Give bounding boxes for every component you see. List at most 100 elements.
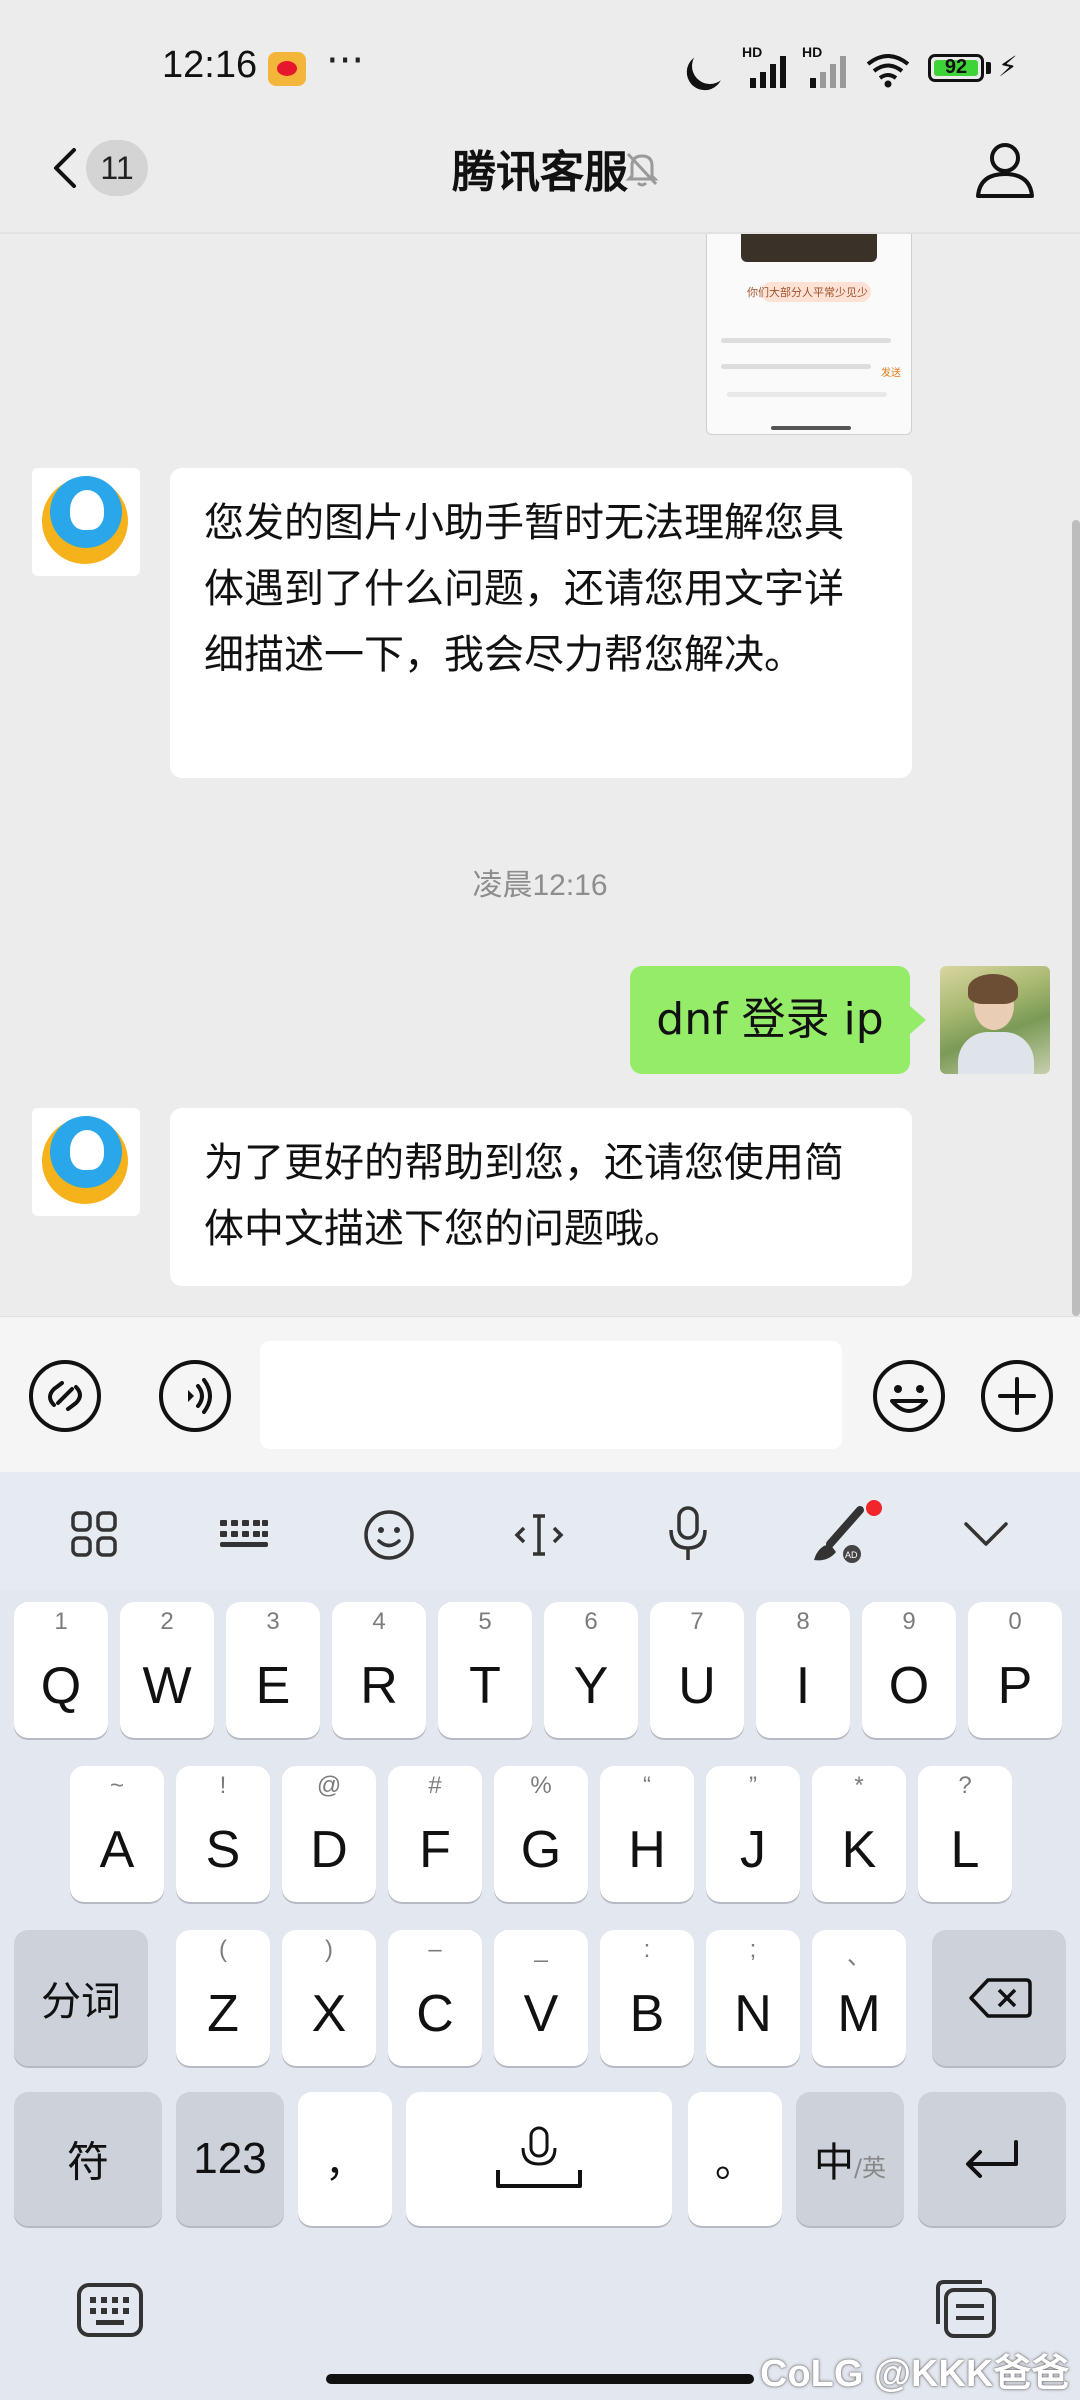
collapse-keyboard-icon[interactable] — [962, 1518, 1010, 1550]
chat-scrollbar[interactable] — [1072, 520, 1080, 1316]
message-input[interactable] — [260, 1341, 842, 1449]
key-m-label: M — [837, 1985, 881, 2043]
key-w-secondary: 2 — [160, 1608, 174, 1635]
key-u-label: U — [678, 1657, 716, 1715]
cursor-move-icon[interactable] — [512, 1508, 566, 1562]
user-message-bubble[interactable]: dnf 登录 ip — [630, 966, 910, 1074]
enter-icon — [966, 2140, 1018, 2178]
key-q-secondary: 1 — [54, 1608, 68, 1635]
key-x-secondary: ) — [325, 1936, 333, 1963]
key-i[interactable]: 8I — [756, 1602, 850, 1738]
emoji-icon[interactable] — [872, 1359, 946, 1433]
bot-message-bubble[interactable]: 您发的图片小助手暂时无法理解您具体遇到了什么问题，还请您用文字详细描述一下，我会… — [170, 468, 912, 778]
chat-area[interactable]: 你们大部分人平常少见少 发送 您发的图片小助手暂时无法理解您具体遇到了什么问题，… — [0, 234, 1080, 1316]
emoji-face-icon[interactable] — [362, 1508, 416, 1562]
key-symbols[interactable]: 符 — [14, 2092, 162, 2226]
key-n[interactable]: ; N — [706, 1930, 800, 2066]
key-f[interactable]: # F — [388, 1766, 482, 1902]
wifi-icon — [866, 54, 910, 88]
lang-alt-label: /英 — [853, 2154, 887, 2182]
apps-grid-icon[interactable] — [70, 1510, 118, 1558]
key-c[interactable]: – C — [388, 1930, 482, 2066]
key-j-secondary: ” — [749, 1772, 757, 1799]
mini-program-link-icon[interactable] — [28, 1359, 102, 1433]
service-avatar-2[interactable] — [32, 1108, 140, 1216]
image-message-thumbnail[interactable]: 你们大部分人平常少见少 发送 — [706, 234, 912, 435]
key-w-label: W — [142, 1657, 192, 1715]
key-q-label: Q — [40, 1657, 82, 1715]
key-period[interactable]: 。 — [688, 2092, 782, 2226]
backspace-icon — [969, 1978, 1032, 2018]
key-j[interactable]: ” J — [706, 1766, 800, 1902]
key-r[interactable]: 4R — [332, 1602, 426, 1738]
profile-icon[interactable] — [974, 140, 1036, 200]
key-h[interactable]: “H — [600, 1766, 694, 1902]
key-k[interactable]: * K — [812, 1766, 906, 1902]
key-o-secondary: 9 — [902, 1608, 916, 1635]
keyboard-switch-icon[interactable] — [76, 2282, 144, 2338]
key-space[interactable] — [406, 2092, 672, 2226]
key-y[interactable]: 6Y — [544, 1602, 638, 1738]
key-a[interactable]: ~ A — [70, 1766, 164, 1902]
key-comma[interactable]: ， — [298, 2092, 392, 2226]
service-avatar[interactable] — [32, 468, 140, 576]
user-avatar[interactable] — [940, 966, 1050, 1074]
key-k-label: K — [841, 1821, 877, 1879]
key-enter[interactable] — [918, 2092, 1066, 2226]
voice-input-icon[interactable] — [158, 1359, 232, 1433]
key-a-secondary: ~ — [109, 1772, 124, 1799]
key-z-secondary: ( — [219, 1936, 227, 1963]
key-symbols-label: 符 — [66, 2137, 109, 2187]
input-bar — [0, 1316, 1080, 1473]
key-m-secondary: 、 — [847, 1943, 871, 1970]
key-u-secondary: 7 — [690, 1608, 704, 1635]
svg-text:AD: AD — [845, 1550, 858, 1560]
key-l[interactable]: ? L — [918, 1766, 1012, 1902]
key-language-switch[interactable]: 中/英 — [796, 2092, 904, 2226]
key-t[interactable]: 5T — [438, 1602, 532, 1738]
key-e[interactable]: 3E — [226, 1602, 320, 1738]
keyboard-layout-icon[interactable] — [218, 1514, 270, 1554]
key-p-secondary: 0 — [1008, 1608, 1022, 1635]
clipboard-icon[interactable] — [934, 2278, 998, 2340]
bot-message-bubble-2[interactable]: 为了更好的帮助到您，还请您使用简体中文描述下您的问题哦。 — [170, 1108, 912, 1286]
key-r-secondary: 4 — [372, 1608, 386, 1635]
key-fenci[interactable]: 分词 — [14, 1930, 148, 2066]
key-p[interactable]: 0P — [968, 1602, 1062, 1738]
key-f-secondary: # — [428, 1772, 442, 1799]
microphone-icon[interactable] — [664, 1504, 712, 1564]
key-y-secondary: 6 — [584, 1608, 598, 1635]
skin-brush-icon[interactable]: AD — [800, 1496, 890, 1572]
key-t-label: T — [469, 1657, 501, 1715]
key-n-label: N — [734, 1985, 772, 2043]
key-v[interactable]: _ V — [494, 1930, 588, 2066]
key-numbers[interactable]: 123 — [176, 2092, 284, 2226]
key-e-secondary: 3 — [266, 1608, 280, 1635]
key-x[interactable]: ) X — [282, 1930, 376, 2066]
key-q[interactable]: 1Q — [14, 1602, 108, 1738]
key-f-label: F — [419, 1821, 451, 1879]
key-d[interactable]: @ D — [282, 1766, 376, 1902]
status-time: 12:16 — [162, 44, 258, 86]
key-s[interactable]: ! S — [176, 1766, 270, 1902]
key-b[interactable]: :B — [600, 1930, 694, 2066]
key-backspace[interactable] — [932, 1930, 1066, 2066]
key-k-secondary: * — [854, 1772, 864, 1799]
muted-bell-icon — [625, 152, 659, 187]
key-l-label: L — [950, 1821, 980, 1879]
key-o[interactable]: 9O — [862, 1602, 956, 1738]
key-w[interactable]: 2W — [120, 1602, 214, 1738]
key-z[interactable]: (Z — [176, 1930, 270, 2066]
signal-1-icon: HD — [742, 44, 794, 88]
key-c-secondary: – — [428, 1936, 442, 1963]
add-plus-icon[interactable] — [980, 1359, 1054, 1433]
key-d-label: D — [310, 1821, 348, 1879]
home-indicator[interactable] — [326, 2374, 754, 2384]
bubble-tail — [910, 1006, 926, 1034]
key-m[interactable]: 、 M — [812, 1930, 906, 2066]
key-g-label: G — [520, 1821, 562, 1879]
key-g[interactable]: % G — [494, 1766, 588, 1902]
key-d-secondary: @ — [316, 1772, 342, 1799]
key-o-label: O — [888, 1657, 930, 1715]
key-u[interactable]: 7U — [650, 1602, 744, 1738]
